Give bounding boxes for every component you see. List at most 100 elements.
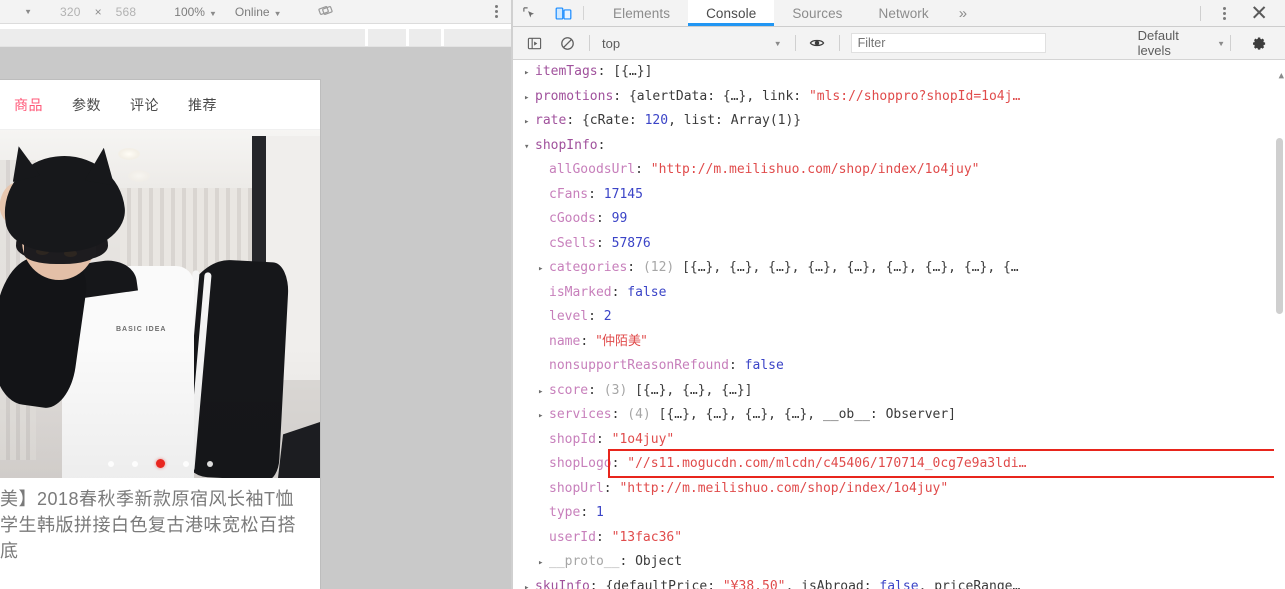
console-token: : bbox=[580, 333, 596, 349]
screen-root: ▼ 320 × 568 100% ▼ Online ▼ 商品 参数 评论 推荐 … bbox=[0, 0, 1285, 589]
console-token: shopUrl bbox=[549, 480, 604, 496]
page-tab-recommend[interactable]: 推荐 bbox=[188, 95, 217, 115]
console-token: : bbox=[635, 162, 651, 177]
clear-console-icon[interactable] bbox=[551, 31, 584, 55]
kebab-menu-icon[interactable] bbox=[1207, 6, 1241, 20]
expand-arrow-closed-icon[interactable] bbox=[524, 61, 535, 86]
tab-console[interactable]: Console bbox=[688, 0, 775, 26]
console-token: cGoods bbox=[549, 211, 596, 226]
carousel-dot[interactable] bbox=[131, 460, 138, 467]
expand-arrow-closed-icon[interactable] bbox=[538, 257, 549, 282]
carousel-dots[interactable] bbox=[0, 459, 320, 468]
console-line[interactable]: categories: (12) [{…}, {…}, {…}, {…}, {…… bbox=[516, 256, 1285, 281]
console-line[interactable]: level: 2 bbox=[516, 305, 1285, 330]
tab-sources[interactable]: Sources bbox=[774, 0, 860, 26]
console-sidebar-icon[interactable] bbox=[518, 31, 551, 55]
viewport-width-input[interactable]: 320 bbox=[60, 5, 81, 19]
chevron-down-icon: ▼ bbox=[1217, 38, 1225, 48]
expand-arrow-closed-icon[interactable] bbox=[524, 110, 535, 135]
console-scrollbar[interactable]: ▲ bbox=[1274, 60, 1285, 589]
console-line[interactable]: shopLogo: "//s11.mogucdn.com/mlcdn/c4540… bbox=[516, 452, 1285, 477]
expand-arrow-closed-icon[interactable] bbox=[538, 380, 549, 405]
device-select[interactable]: ▼ bbox=[0, 0, 36, 23]
scroll-up-icon[interactable]: ▲ bbox=[1279, 64, 1284, 89]
console-token: : bbox=[597, 64, 614, 79]
console-line[interactable]: itemTags: [{…}] bbox=[516, 60, 1285, 85]
console-line[interactable]: name: "仲陌美" bbox=[516, 330, 1285, 355]
inspect-element-icon[interactable] bbox=[512, 0, 546, 26]
console-line[interactable]: __proto__: Object bbox=[516, 550, 1285, 575]
console-token: itemTags bbox=[535, 64, 598, 79]
product-title: 美】2018春秋季新款原宿风长袖T恤 学生韩版拼接白色复古港味宽松百搭 底 bbox=[0, 478, 320, 564]
console-token: (4) bbox=[627, 407, 659, 422]
page-tab-reviews[interactable]: 评论 bbox=[130, 95, 159, 115]
console-token: : bbox=[627, 260, 643, 275]
zoom-select[interactable]: 100% ▼ bbox=[174, 5, 217, 19]
device-toolbar-icon[interactable] bbox=[546, 0, 580, 26]
console-token: Object bbox=[635, 554, 683, 569]
console-line[interactable]: promotions: {alertData: {…}, link: "mls:… bbox=[516, 85, 1285, 110]
console-line[interactable]: type: 1 bbox=[516, 501, 1285, 526]
console-filter-bar: top ▼ Default levels ▼ bbox=[512, 27, 1285, 60]
console-line[interactable]: score: (3) [{…}, {…}, {…}] bbox=[516, 379, 1285, 404]
more-tabs-icon[interactable]: » bbox=[947, 0, 979, 26]
console-token: 2 bbox=[603, 309, 612, 324]
throttling-select[interactable]: Online ▼ bbox=[235, 5, 282, 19]
console-token: , list: Array(1)} bbox=[668, 113, 802, 128]
more-options-icon[interactable] bbox=[495, 0, 498, 23]
console-line[interactable]: cGoods: 99 bbox=[516, 207, 1285, 232]
console-line[interactable]: nonsupportReasonRefound: false bbox=[516, 354, 1285, 379]
console-line[interactable]: rate: {cRate: 120, list: Array(1)} bbox=[516, 109, 1285, 134]
tab-elements[interactable]: Elements bbox=[595, 0, 688, 26]
console-line[interactable]: cSells: 57876 bbox=[516, 232, 1285, 257]
console-token: , isAbroad: bbox=[785, 578, 880, 589]
product-title-line: 美】2018春秋季新款原宿风长袖T恤 bbox=[0, 489, 295, 509]
console-output[interactable]: itemTags: [{…}]promotions: {alertData: {… bbox=[512, 60, 1285, 589]
console-token: shopInfo bbox=[535, 137, 598, 153]
console-line[interactable]: skuInfo: {defaultPrice: "¥38.50", isAbro… bbox=[516, 575, 1285, 589]
console-token: name bbox=[549, 333, 581, 349]
console-token: : bbox=[613, 88, 629, 104]
console-line[interactable]: shopUrl: "http://m.meilishuo.com/shop/in… bbox=[516, 477, 1285, 502]
page-tab-params[interactable]: 参数 bbox=[72, 95, 101, 115]
console-token: , priceRange… bbox=[918, 578, 1021, 589]
carousel-dot[interactable] bbox=[107, 460, 114, 467]
console-line[interactable]: shopInfo: bbox=[516, 134, 1285, 159]
log-level-select[interactable]: Default levels ▼ bbox=[1138, 28, 1225, 58]
execution-context-select[interactable]: top ▼ bbox=[595, 36, 790, 51]
console-line[interactable]: shopId: "1o4juy" bbox=[516, 428, 1285, 453]
console-token: : bbox=[589, 578, 606, 589]
console-line[interactable]: allGoodsUrl: "http://m.meilishuo.com/sho… bbox=[516, 158, 1285, 183]
console-line[interactable]: services: (4) [{…}, {…}, {…}, {…}, __ob_… bbox=[516, 403, 1285, 428]
console-token: "13fac36" bbox=[611, 529, 683, 545]
console-line[interactable]: isMarked: false bbox=[516, 281, 1285, 306]
carousel-dot[interactable] bbox=[182, 460, 189, 467]
carousel-dot[interactable] bbox=[206, 460, 213, 467]
live-expression-icon[interactable] bbox=[801, 31, 834, 55]
console-token: "//s11.mogucdn.com/mlcdn/c45406/170714_0… bbox=[627, 456, 1027, 471]
console-token: : bbox=[566, 113, 582, 128]
expand-arrow-closed-icon[interactable] bbox=[538, 404, 549, 429]
expand-arrow-open-icon[interactable] bbox=[524, 135, 535, 160]
close-icon[interactable]: ✕ bbox=[1241, 3, 1277, 24]
expand-arrow-closed-icon[interactable] bbox=[524, 576, 535, 589]
page-tab-goods[interactable]: 商品 bbox=[14, 95, 43, 115]
rotate-icon[interactable] bbox=[317, 3, 333, 21]
emulated-page-backdrop: 商品 参数 评论 推荐 美】2018春秋季新款原宿风长袖T恤 学生韩版拼接白色复… bbox=[0, 47, 512, 589]
console-filter-input[interactable] bbox=[850, 33, 1046, 53]
console-line[interactable]: cFans: 17145 bbox=[516, 183, 1285, 208]
console-token: [{…}] bbox=[613, 64, 653, 79]
expand-arrow-closed-icon[interactable] bbox=[538, 551, 549, 576]
pane-splitter[interactable] bbox=[511, 0, 513, 589]
devtools-tabs: Elements Console Sources Network » bbox=[595, 0, 979, 26]
viewport-height-input[interactable]: 568 bbox=[116, 5, 137, 19]
carousel-dot-active[interactable] bbox=[155, 459, 165, 468]
scrollbar-thumb[interactable] bbox=[1276, 138, 1283, 314]
console-line[interactable]: userId: "13fac36" bbox=[516, 526, 1285, 551]
product-image-carousel[interactable]: BASIC IDEA bbox=[0, 130, 320, 478]
settings-gear-icon[interactable] bbox=[1241, 31, 1275, 55]
emulated-page-viewport[interactable]: 商品 参数 评论 推荐 美】2018春秋季新款原宿风长袖T恤 学生韩版拼接白色复… bbox=[0, 80, 320, 589]
tab-network[interactable]: Network bbox=[861, 0, 947, 26]
viewport-ruler bbox=[0, 25, 512, 47]
expand-arrow-closed-icon[interactable] bbox=[524, 86, 535, 111]
